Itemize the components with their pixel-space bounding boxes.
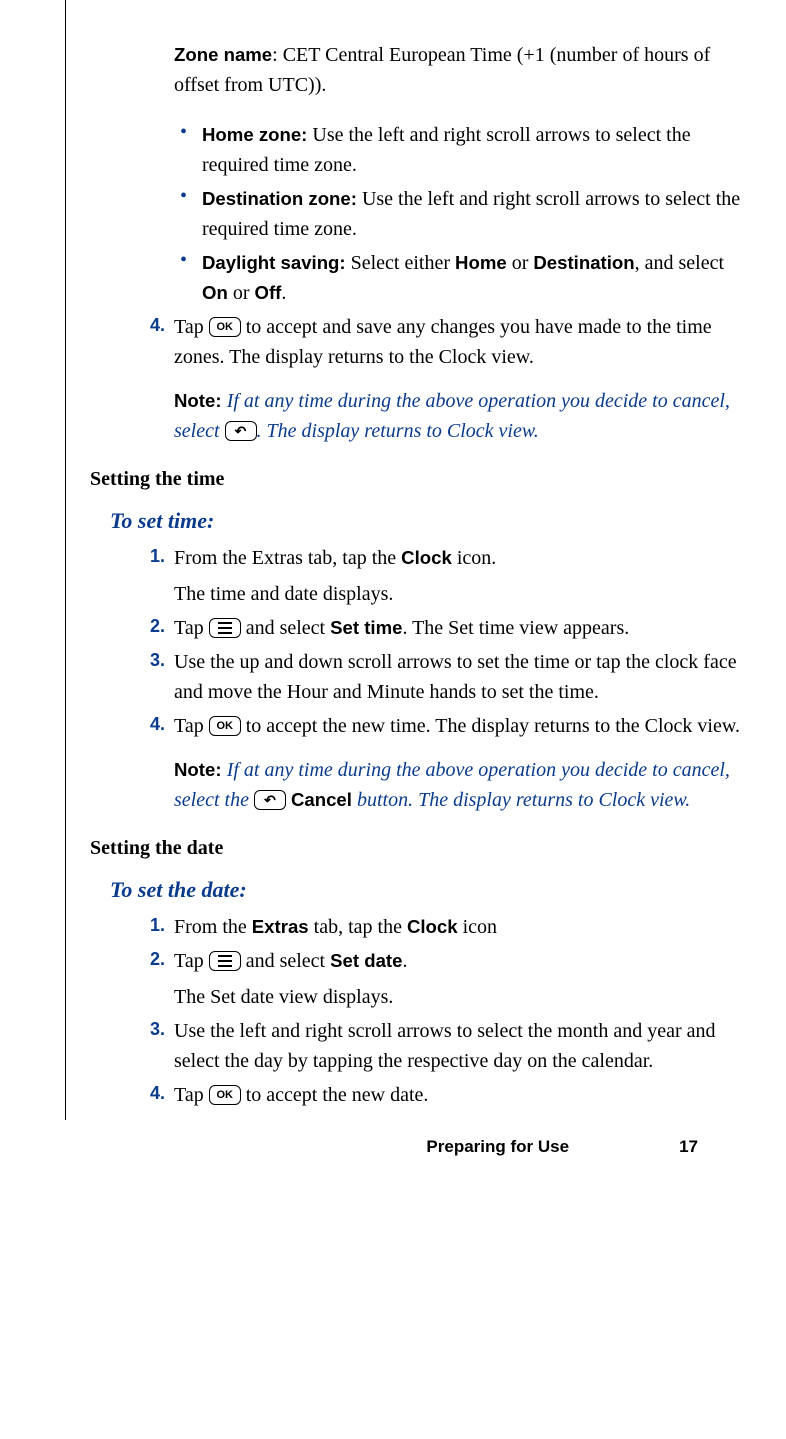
- step-body: Tap OK to accept the new date.: [174, 1080, 746, 1110]
- subheading-set-time: To set time:: [110, 504, 746, 537]
- page-body: Zone name: CET Central European Time (+1…: [0, 0, 786, 1200]
- step-subtext: The Set date view displays.: [174, 982, 746, 1012]
- section-heading-time: Setting the time: [90, 464, 746, 494]
- step-number: 4.: [150, 312, 174, 372]
- ok-icon: OK: [209, 317, 241, 337]
- step-item: 4. Tap OK to accept the new time. The di…: [150, 711, 746, 741]
- bullet-icon: •: [180, 120, 202, 180]
- step-body: Tap OK to accept the new time. The displ…: [174, 711, 746, 741]
- page-number: 17: [679, 1134, 698, 1160]
- note-text: If at any time during the above operatio…: [174, 390, 730, 442]
- note-text: If at any time during the above operatio…: [174, 759, 730, 811]
- step-number: 2.: [150, 613, 174, 643]
- step-body: From the Extras tab, tap the Clock icon: [174, 912, 746, 942]
- step-item: 3. Use the left and right scroll arrows …: [150, 1016, 746, 1076]
- step-body: Use the up and down scroll arrows to set…: [174, 647, 746, 707]
- step-body: Tap OK to accept and save any changes yo…: [174, 312, 746, 372]
- menu-icon: [209, 951, 241, 971]
- step-item: 2. Tap and select Set date. The Set date…: [150, 946, 746, 1012]
- step-item: 2. Tap and select Set time. The Set time…: [150, 613, 746, 643]
- step-number: 3.: [150, 1016, 174, 1076]
- list-item: • Destination zone: Use the left and rig…: [180, 184, 746, 244]
- step-number: 4.: [150, 711, 174, 741]
- list-item: • Home zone: Use the left and right scro…: [180, 120, 746, 180]
- back-icon: ↶: [254, 790, 286, 810]
- note-block: Note: If at any time during the above op…: [174, 386, 746, 446]
- bullet-icon: •: [180, 248, 202, 308]
- section-heading-date: Setting the date: [90, 833, 746, 863]
- menu-icon: [209, 618, 241, 638]
- step-item: 3. Use the up and down scroll arrows to …: [150, 647, 746, 707]
- zone-name-label: Zone name: [174, 44, 272, 65]
- bullet-body: Home zone: Use the left and right scroll…: [202, 120, 746, 180]
- back-icon: ↶: [225, 421, 257, 441]
- step-item: 4. Tap OK to accept and save any changes…: [150, 312, 746, 372]
- step-body: Tap and select Set date. The Set date vi…: [174, 946, 746, 1012]
- subheading-set-date: To set the date:: [110, 873, 746, 906]
- bullet-list: • Home zone: Use the left and right scro…: [90, 120, 746, 308]
- list-item: • Daylight saving: Select either Home or…: [180, 248, 746, 308]
- step-number: 3.: [150, 647, 174, 707]
- step-item: 1. From the Extras tab, tap the Clock ic…: [150, 543, 746, 609]
- note-block: Note: If at any time during the above op…: [174, 755, 746, 815]
- ok-icon: OK: [209, 1085, 241, 1105]
- note-label: Note:: [174, 390, 227, 411]
- step-item: 1. From the Extras tab, tap the Clock ic…: [150, 912, 746, 942]
- vertical-rule: [65, 0, 66, 1120]
- page-footer: Preparing for Use 17: [90, 1114, 746, 1160]
- step-body: Tap and select Set time. The Set time vi…: [174, 613, 746, 643]
- footer-title: Preparing for Use: [426, 1134, 569, 1160]
- ok-icon: OK: [209, 716, 241, 736]
- step-body: From the Extras tab, tap the Clock icon.…: [174, 543, 746, 609]
- step-body: Use the left and right scroll arrows to …: [174, 1016, 746, 1076]
- step-number: 2.: [150, 946, 174, 1012]
- step-number: 1.: [150, 912, 174, 942]
- step-subtext: The time and date displays.: [174, 579, 746, 609]
- step-item: 4. Tap OK to accept the new date.: [150, 1080, 746, 1110]
- zone-name-paragraph: Zone name: CET Central European Time (+1…: [174, 40, 746, 100]
- bullet-icon: •: [180, 184, 202, 244]
- note-label: Note:: [174, 759, 227, 780]
- bullet-body: Daylight saving: Select either Home or D…: [202, 248, 746, 308]
- bullet-body: Destination zone: Use the left and right…: [202, 184, 746, 244]
- step-number: 1.: [150, 543, 174, 609]
- step-number: 4.: [150, 1080, 174, 1110]
